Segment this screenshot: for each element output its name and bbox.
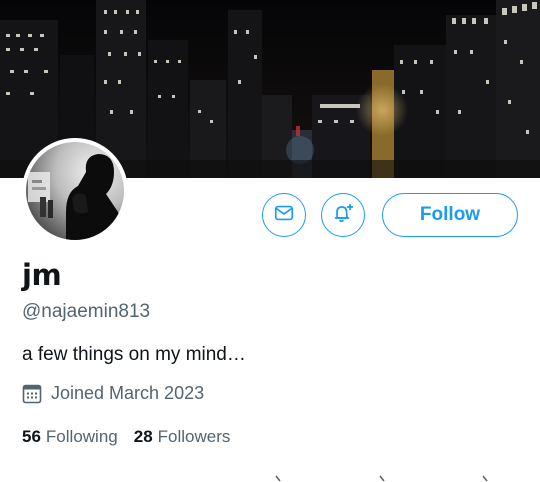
joined-date-text: Joined March 2023 xyxy=(51,383,205,403)
followers-link[interactable]: 28 Followers xyxy=(134,427,231,447)
calendar-icon xyxy=(22,384,42,404)
display-name: jm xyxy=(22,258,62,292)
follow-button[interactable]: Follow xyxy=(382,193,518,237)
bell-plus-icon xyxy=(331,201,355,230)
message-button[interactable] xyxy=(262,193,306,237)
notify-button[interactable] xyxy=(321,193,365,237)
avatar-photo xyxy=(26,142,124,240)
following-label: Following xyxy=(45,427,118,446)
joined-date: Joined March 2023 xyxy=(22,383,204,404)
follow-stats: 56 Following 28 Followers xyxy=(22,427,246,447)
following-link[interactable]: 56 Following xyxy=(22,427,118,447)
cutoff-content xyxy=(275,475,488,482)
profile-bio: a few things on my mind… xyxy=(22,344,246,365)
username-handle: @najaemin813 xyxy=(22,301,151,322)
followers-label: Followers xyxy=(157,427,231,446)
profile-avatar[interactable] xyxy=(22,138,128,244)
envelope-icon xyxy=(273,202,295,229)
followers-count: 28 xyxy=(133,427,153,446)
following-count: 56 xyxy=(22,427,41,446)
